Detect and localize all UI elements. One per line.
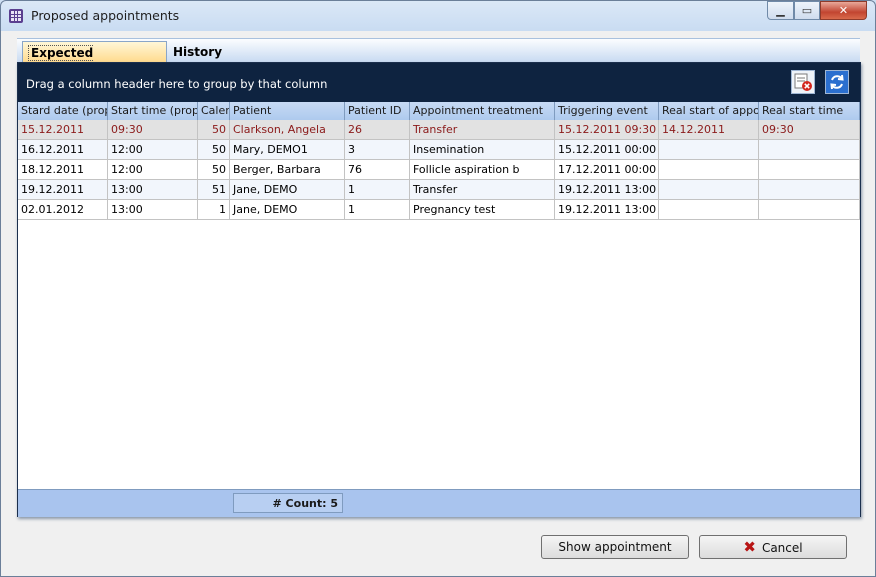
- table-row[interactable]: 02.01.2012 13:00 1 Jane, DEMO 1 Pregnancy tes…: [18, 200, 860, 220]
- table-cell[interactable]: 19.12.2011 13:00 : T: [555, 200, 659, 220]
- table-cell[interactable]: 50: [198, 160, 230, 180]
- column-header[interactable]: Real start time: [759, 102, 860, 120]
- table-cell[interactable]: 13:00: [108, 180, 198, 200]
- column-header[interactable]: Calen: [198, 102, 230, 120]
- title-bar[interactable]: Proposed appointments ▁ ▭ ✕: [1, 1, 875, 31]
- table-row[interactable]: 16.12.2011 12:00 50 Mary, DEMO1 3 Inseminatio…: [18, 140, 860, 160]
- refresh-button[interactable]: [825, 70, 849, 94]
- table-cell[interactable]: 09:30: [759, 120, 860, 140]
- clear-grouping-icon: [794, 73, 812, 91]
- table-cell[interactable]: [659, 200, 759, 220]
- table-cell[interactable]: Jane, DEMO: [230, 200, 345, 220]
- table-cell[interactable]: Clarkson, Angela: [230, 120, 345, 140]
- group-by-area[interactable]: Drag a column header here to group by th…: [18, 63, 860, 102]
- column-header[interactable]: Appointment treatment: [410, 102, 555, 120]
- table-cell[interactable]: 26: [345, 120, 410, 140]
- column-header[interactable]: Patient: [230, 102, 345, 120]
- table-cell[interactable]: 14.12.2011: [659, 120, 759, 140]
- table-cell[interactable]: 19.12.2011: [18, 180, 108, 200]
- clear-grouping-button[interactable]: [791, 70, 815, 94]
- table-cell[interactable]: 50: [198, 140, 230, 160]
- grid-footer: # Count: 5: [18, 489, 860, 517]
- table-cell[interactable]: Berger, Barbara: [230, 160, 345, 180]
- table-row[interactable]: 18.12.2011 12:00 50 Berger, Barbara 76 Follic…: [18, 160, 860, 180]
- column-header-row: Stard date (prop.)Start time (prop.)Cale…: [18, 102, 860, 121]
- refresh-icon: [830, 74, 844, 90]
- table-cell[interactable]: [759, 200, 860, 220]
- table-cell[interactable]: 12:00: [108, 140, 198, 160]
- table-cell[interactable]: [659, 160, 759, 180]
- window-title: Proposed appointments: [31, 8, 180, 23]
- column-header[interactable]: Patient ID: [345, 102, 410, 120]
- table-cell[interactable]: 50: [198, 120, 230, 140]
- table-cell[interactable]: 15.12.2011 00:00 : O: [555, 140, 659, 160]
- close-button[interactable]: ✕: [820, 1, 867, 20]
- cancel-x-icon: ✖: [743, 538, 756, 556]
- table-cell[interactable]: 16.12.2011: [18, 140, 108, 160]
- tab-history[interactable]: History: [168, 41, 228, 63]
- group-by-hint: Drag a column header here to group by th…: [26, 77, 328, 91]
- table-cell[interactable]: Transfer: [410, 120, 555, 140]
- calendar-app-icon: [9, 9, 23, 23]
- table-row[interactable]: 19.12.2011 13:00 51 Jane, DEMO 1 Transfer 19.1…: [18, 180, 860, 200]
- table-cell[interactable]: 51: [198, 180, 230, 200]
- table-cell[interactable]: 1: [345, 200, 410, 220]
- table-cell[interactable]: 12:00: [108, 160, 198, 180]
- show-appointment-button[interactable]: Show appointment: [541, 535, 689, 559]
- table-cell[interactable]: 17.12.2011 00:00 : O: [555, 160, 659, 180]
- table-cell[interactable]: 18.12.2011: [18, 160, 108, 180]
- row-count-summary: # Count: 5: [233, 493, 343, 513]
- table-cell[interactable]: 3: [345, 140, 410, 160]
- table-cell[interactable]: Insemination: [410, 140, 555, 160]
- table-cell[interactable]: Jane, DEMO: [230, 180, 345, 200]
- appointments-grid: Drag a column header here to group by th…: [17, 62, 861, 517]
- column-header[interactable]: Triggering event: [555, 102, 659, 120]
- table-cell[interactable]: Transfer: [410, 180, 555, 200]
- cancel-button[interactable]: ✖ Cancel: [699, 535, 847, 559]
- table-cell[interactable]: [759, 180, 860, 200]
- table-cell[interactable]: 15.12.2011 09:30 : T: [555, 120, 659, 140]
- cancel-label: Cancel: [761, 541, 803, 555]
- table-cell[interactable]: [759, 140, 860, 160]
- table-cell[interactable]: Mary, DEMO1: [230, 140, 345, 160]
- table-cell[interactable]: 15.12.2011: [18, 120, 108, 140]
- table-cell[interactable]: Follicle aspiration b: [410, 160, 555, 180]
- table-row[interactable]: 15.12.2011 09:30 50 Clarkson, Angela 26 Trans…: [18, 120, 860, 140]
- table-cell[interactable]: 1: [198, 200, 230, 220]
- column-header[interactable]: Start time (prop.): [108, 102, 198, 120]
- table-cell[interactable]: 02.01.2012: [18, 200, 108, 220]
- column-header[interactable]: Stard date (prop.): [18, 102, 108, 120]
- table-cell[interactable]: 13:00: [108, 200, 198, 220]
- tab-expected-appointments[interactable]: Expected appointments: [22, 41, 167, 83]
- table-cell[interactable]: [659, 180, 759, 200]
- minimize-button[interactable]: ▁: [767, 1, 794, 20]
- table-cell[interactable]: 09:30: [108, 120, 198, 140]
- table-cell[interactable]: [759, 160, 860, 180]
- table-cell[interactable]: 1: [345, 180, 410, 200]
- table-cell[interactable]: 76: [345, 160, 410, 180]
- column-header[interactable]: Real start of appoint: [659, 102, 759, 120]
- table-cell[interactable]: Pregnancy test: [410, 200, 555, 220]
- table-cell[interactable]: 19.12.2011 13:00 : T: [555, 180, 659, 200]
- table-cell[interactable]: [659, 140, 759, 160]
- maximize-button[interactable]: ▭: [794, 1, 820, 20]
